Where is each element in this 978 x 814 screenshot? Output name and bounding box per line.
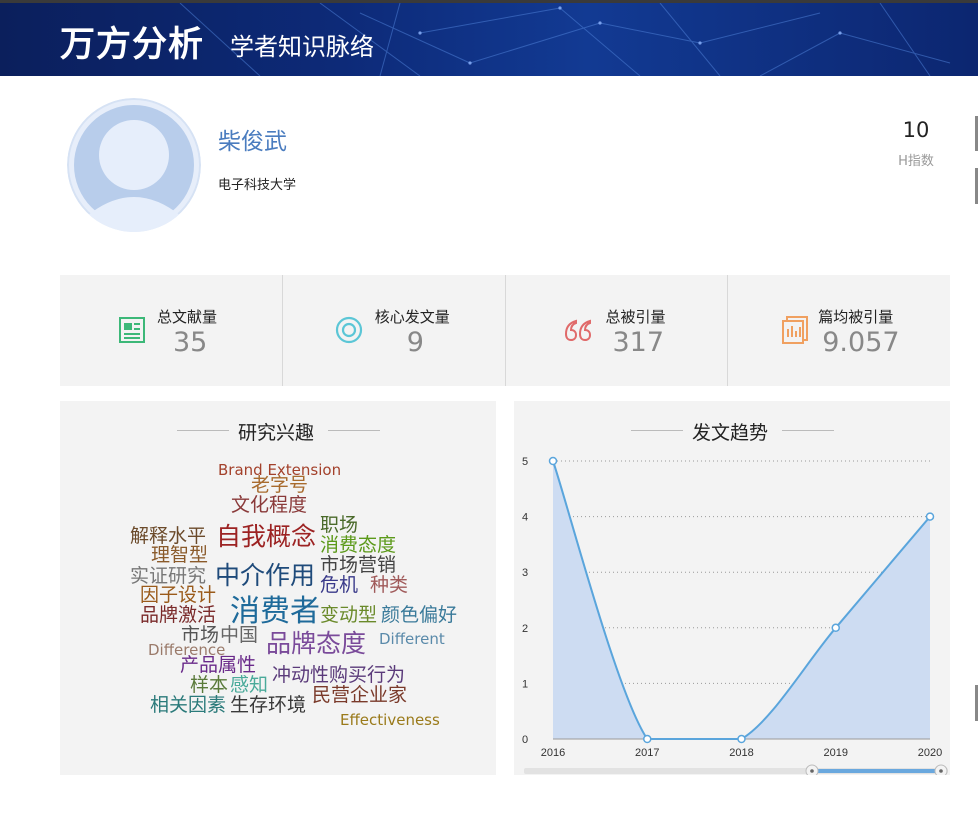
zoom-slider-range[interactable] <box>812 769 942 773</box>
y-tick-label: 2 <box>522 623 528 635</box>
y-tick-label: 3 <box>522 567 528 579</box>
stat-value: 9.057 <box>822 327 900 358</box>
interest-keyword[interactable]: 感知 <box>230 676 268 695</box>
data-point[interactable] <box>831 623 840 633</box>
data-point[interactable] <box>737 734 746 744</box>
x-tick-label: 2017 <box>635 747 659 759</box>
data-point[interactable] <box>548 456 558 466</box>
interest-keyword[interactable]: 样本 <box>190 676 228 695</box>
document-icon <box>119 317 145 343</box>
interest-keyword[interactable]: 品牌态度 <box>266 631 366 656</box>
y-tick-label: 0 <box>522 734 528 746</box>
stat-label: 核心发文量 <box>374 308 450 326</box>
interest-keyword[interactable]: 民营企业家 <box>312 686 407 705</box>
interest-keyword[interactable]: 生存环境 <box>230 696 306 715</box>
interest-keyword[interactable]: 中国 <box>220 626 258 645</box>
y-tick-label: 1 <box>522 678 528 690</box>
interest-keyword[interactable]: 老字号 <box>251 476 308 495</box>
bar-doc-icon <box>782 316 809 344</box>
stat-total-citations: 总被引量 317 <box>506 275 729 386</box>
trend-chart-svg: 0 1 2 3 4 5 2016 2017 2018 2019 2020 <box>522 456 948 778</box>
interest-keyword[interactable]: 相关因素 <box>150 696 226 715</box>
data-point[interactable] <box>643 734 652 744</box>
interest-keyword[interactable]: 危机 <box>320 576 358 595</box>
x-tick-label: 2020 <box>918 747 942 759</box>
interest-keyword[interactable]: 消费态度 <box>320 536 396 555</box>
stat-value: 317 <box>612 327 665 358</box>
interest-keyword[interactable]: 职场 <box>320 516 358 535</box>
stat-value: 35 <box>173 327 208 358</box>
interest-keyword[interactable]: 因子设计 <box>140 586 216 605</box>
h-index-label: H指数 <box>898 154 934 169</box>
x-tick-label: 2019 <box>824 747 848 759</box>
interest-keyword[interactable]: 理智型 <box>151 546 208 565</box>
x-tick-label: 2018 <box>729 747 753 759</box>
trend-area <box>553 461 930 739</box>
stats-bar: 总文献量 35 核心发文量 9 总被引量 317 篇均被引量 9.057 <box>60 275 950 386</box>
word-cloud: Brand Extension 老字号 文化程度 解释水平 自我概念 职场 理智型 消费态度实… <box>60 401 496 775</box>
interest-keyword[interactable]: 种类 <box>370 576 408 595</box>
stat-label: 总文献量 <box>157 308 218 326</box>
header-banner: 万方分析 学者知识脉络 <box>0 3 978 76</box>
trend-chart: 0 1 2 3 4 5 2016 2017 2018 2019 2020 <box>514 401 950 778</box>
interest-keyword[interactable]: 自我概念 <box>216 524 316 549</box>
zoom-slider-handle-dot <box>810 769 814 773</box>
interest-keyword[interactable]: 文化程度 <box>231 496 307 515</box>
interest-keyword[interactable]: 品牌激活 <box>140 606 216 625</box>
interest-keyword[interactable]: 市场营销 <box>320 556 396 575</box>
stat-value: 9 <box>406 327 424 358</box>
page-subtitle: 学者知识脉络 <box>230 33 374 61</box>
data-point[interactable] <box>925 512 935 521</box>
brand-logo-text[interactable]: 万方分析 <box>60 16 204 67</box>
interest-keyword[interactable]: 变动型 <box>320 606 377 625</box>
default-user-icon <box>67 98 201 232</box>
interest-keyword[interactable]: 消费者 <box>230 597 320 627</box>
stat-label: 总被引量 <box>605 308 666 326</box>
y-tick-label: 4 <box>522 512 528 524</box>
zoom-slider-handle-dot <box>939 769 943 773</box>
x-tick-label: 2016 <box>541 747 565 759</box>
interest-keyword[interactable]: 颜色偏好 <box>381 606 457 625</box>
avatar <box>67 98 201 232</box>
stat-core-papers: 核心发文量 9 <box>283 275 506 386</box>
interest-keyword[interactable]: 产品属性 <box>180 656 256 675</box>
interest-keyword[interactable]: Effectiveness <box>340 713 440 728</box>
scholar-affiliation: 电子科技大学 <box>218 178 297 193</box>
y-tick-label: 5 <box>522 456 528 468</box>
interest-keyword[interactable]: Different <box>379 632 445 647</box>
quote-icon <box>564 319 591 342</box>
stat-avg-citations: 篇均被引量 9.057 <box>728 275 950 386</box>
target-icon <box>335 316 362 344</box>
scholar-name[interactable]: 柴俊武 <box>218 122 287 156</box>
stat-label: 篇均被引量 <box>818 308 894 326</box>
stat-total-papers: 总文献量 35 <box>60 275 283 386</box>
interest-keyword[interactable]: 冲动性购买行为 <box>272 666 405 685</box>
interest-keyword[interactable]: 中介作用 <box>215 563 315 588</box>
h-index-value: 10 <box>902 118 930 142</box>
